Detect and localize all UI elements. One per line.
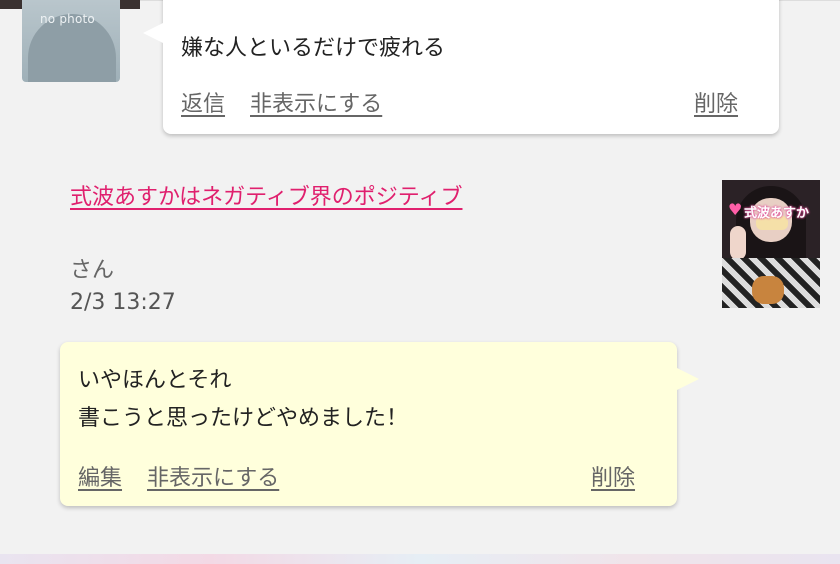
bottom-banner-fragment xyxy=(0,554,840,564)
heart-icon: ♥ xyxy=(728,200,743,219)
comment-message: いやほんとそれ 書こうと思ったけどやめました！ xyxy=(78,362,408,438)
commenter-avatar-no-photo[interactable]: no photo xyxy=(22,0,120,82)
bubble-tail xyxy=(677,368,699,390)
message-line: 書こうと思ったけどやめました！ xyxy=(78,406,409,431)
bubble-tail xyxy=(143,22,165,44)
reply-link[interactable]: 返信 xyxy=(181,86,225,118)
edit-link[interactable]: 編集 xyxy=(78,460,122,492)
delete-link[interactable]: 削除 xyxy=(694,86,738,118)
post-timestamp: 2/3 13:27 xyxy=(70,290,176,315)
message-line: いやほんとそれ xyxy=(78,368,232,393)
poster-honorific: さん xyxy=(70,258,115,283)
hide-link[interactable]: 非表示にする xyxy=(250,86,382,118)
avatar-overlay-text: 式波あすか xyxy=(744,206,810,221)
hide-link[interactable]: 非表示にする xyxy=(147,460,279,492)
poster-avatar-photo[interactable]: ♥ 式波あすか xyxy=(722,180,820,308)
delete-link[interactable]: 削除 xyxy=(591,460,635,492)
no-photo-label: no photo xyxy=(40,12,95,26)
comment-bubble-own: いやほんとそれ 書こうと思ったけどやめました！ 編集 非表示にする 削除 xyxy=(60,342,699,506)
comment-bubble-received: 嫌な人といるだけで疲れる 返信 非表示にする 削除 xyxy=(143,0,779,134)
poster-name-link[interactable]: 式波あすかはネガティブ界のポジティブ xyxy=(70,178,520,218)
comment-message: 嫌な人といるだけで疲れる xyxy=(181,36,446,61)
